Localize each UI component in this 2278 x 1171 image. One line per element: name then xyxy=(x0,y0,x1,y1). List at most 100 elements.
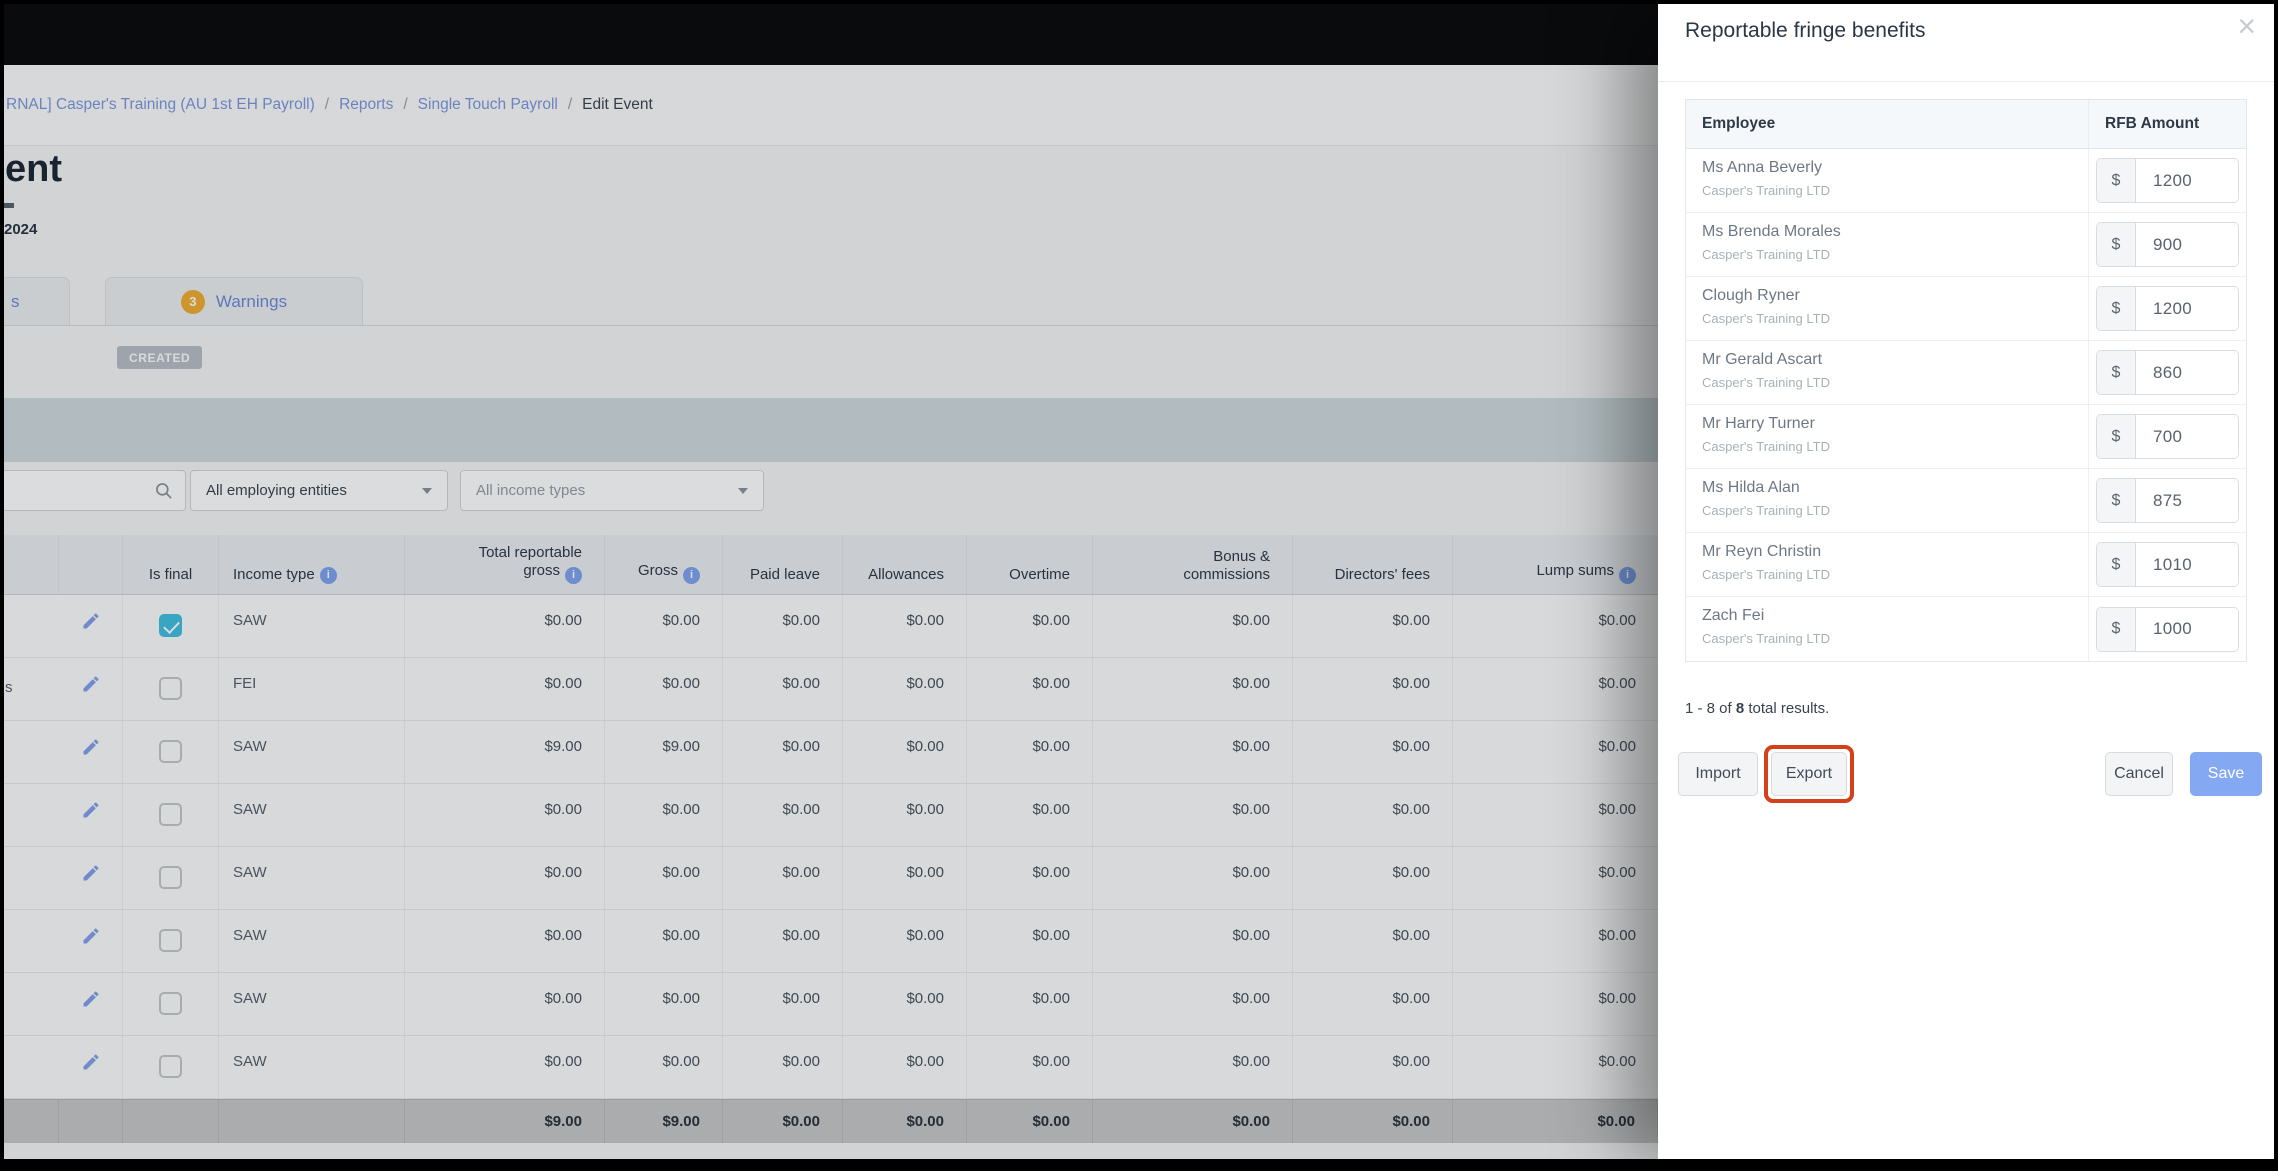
amount-cell: $0.00 xyxy=(1598,612,1636,629)
amount-cell: $0.00 xyxy=(967,1036,1093,1098)
edit-icon xyxy=(83,865,98,881)
info-icon[interactable] xyxy=(319,567,337,584)
amount-cell: $0.00 xyxy=(967,847,1093,909)
rfb-amount-input[interactable] xyxy=(2136,287,2238,330)
save-button[interactable]: Save xyxy=(2190,752,2262,796)
amount-cell: $0.00 xyxy=(605,910,723,972)
search-input[interactable] xyxy=(4,470,186,511)
employee-row: Ms Anna Beverly Casper's Training LTD $ xyxy=(1686,149,2246,213)
employing-entities-dropdown[interactable]: All employing entities xyxy=(190,470,448,511)
export-button[interactable]: Export xyxy=(1771,752,1847,796)
tabs-bar: s 3 Warnings xyxy=(4,277,1658,326)
rfb-amount-input[interactable] xyxy=(2136,543,2238,586)
is-final-checkbox[interactable] xyxy=(159,614,182,637)
app-top-bar xyxy=(4,4,1658,65)
is-final-checkbox[interactable] xyxy=(159,1055,182,1078)
total-amount-cell: $0.00 xyxy=(1093,1100,1293,1143)
section-header-band xyxy=(4,398,1658,462)
is-final-checkbox[interactable] xyxy=(159,803,182,826)
stp-edit-event-page: RNAL] Casper's Training (AU 1st EH Payro… xyxy=(4,4,1658,1159)
employee-company: Casper's Training LTD xyxy=(1702,567,1830,582)
rfb-amount-input-group: $ xyxy=(2096,542,2239,587)
rfb-amount-input[interactable] xyxy=(2136,607,2238,651)
employee-name-fragment xyxy=(4,973,59,1035)
rfb-table-body: Ms Anna BeverlyCasper's Training LTD$Ms … xyxy=(1686,149,2246,661)
employee-cell: Mr Harry Turner Casper's Training LTD xyxy=(1686,405,2088,468)
breadcrumb-reports-link[interactable]: Reports xyxy=(339,96,393,114)
edit-icon xyxy=(83,991,98,1007)
import-button[interactable]: Import xyxy=(1678,752,1758,796)
edit-button[interactable] xyxy=(59,595,123,657)
edit-button[interactable] xyxy=(59,1036,123,1098)
amount-cell: $0.00 xyxy=(843,721,967,783)
edit-button[interactable] xyxy=(59,973,123,1035)
employee-name: Mr Gerald Ascart xyxy=(1702,351,1823,368)
header-is-final: Is final xyxy=(123,535,219,594)
rfb-amount-input-group: $ xyxy=(2096,286,2239,331)
close-icon[interactable]: × xyxy=(2237,8,2256,45)
employee-company: Casper's Training LTD xyxy=(1702,439,1830,454)
is-final-checkbox[interactable] xyxy=(159,866,182,889)
header-bonus-commissions: Bonus & commissions xyxy=(1093,535,1293,594)
employee-company: Casper's Training LTD xyxy=(1702,311,1830,326)
breadcrumb: RNAL] Casper's Training (AU 1st EH Payro… xyxy=(4,65,1658,146)
amount-cell: $0.00 xyxy=(1598,1053,1636,1070)
amount-cell: $0.00 xyxy=(967,910,1093,972)
info-icon[interactable] xyxy=(683,567,700,584)
employee-company: Casper's Training LTD xyxy=(1702,375,1830,390)
is-final-checkbox[interactable] xyxy=(159,929,182,952)
edit-button[interactable] xyxy=(59,910,123,972)
amount-cell: $0.00 xyxy=(405,658,605,720)
header-gross: Gross xyxy=(605,535,723,594)
is-final-checkbox[interactable] xyxy=(159,992,182,1015)
amount-cell: $0.00 xyxy=(405,973,605,1035)
rfb-amount-input[interactable] xyxy=(2136,415,2238,458)
total-amount-cell: $0.00 xyxy=(843,1100,967,1143)
payment-row: SAW $0.00 $0.00 $0.00 $0.00 $0.00 $0.00 $0.00 $0… xyxy=(4,910,1658,973)
tab-warnings[interactable]: 3 Warnings xyxy=(105,277,363,325)
header-income-type: Income type xyxy=(219,535,405,594)
pay-period-fragment: 2024 xyxy=(4,221,38,238)
edit-icon xyxy=(83,1054,98,1070)
rfb-amount-input[interactable] xyxy=(2136,351,2238,394)
edit-button[interactable] xyxy=(59,784,123,846)
employee-company: Casper's Training LTD xyxy=(1702,247,1830,262)
amount-cell: $9.00 xyxy=(605,721,723,783)
income-types-dropdown[interactable]: All income types xyxy=(460,470,764,511)
status-badge: CREATED xyxy=(117,346,203,369)
employee-row: Ms Hilda Alan Casper's Training LTD $ xyxy=(1686,469,2246,533)
rfb-amount-input[interactable] xyxy=(2136,479,2238,522)
rfb-amount-cell: $ xyxy=(2088,341,2246,404)
edit-button[interactable] xyxy=(59,847,123,909)
employee-name: Ms Anna Beverly xyxy=(1702,159,1823,176)
payments-table: Is final Income type Total reportable gr… xyxy=(4,535,1658,1143)
breadcrumb-business-link[interactable]: RNAL] Casper's Training (AU 1st EH Payro… xyxy=(6,96,315,114)
employee-name-fragment xyxy=(4,784,59,846)
rfb-table-header: Employee RFB Amount xyxy=(1686,100,2246,149)
header-employee-fragment xyxy=(4,535,59,594)
edit-button[interactable] xyxy=(59,721,123,783)
rfb-amount-input[interactable] xyxy=(2136,223,2238,266)
amount-cell: $0.00 xyxy=(843,1036,967,1098)
edit-button[interactable] xyxy=(59,658,123,720)
employee-name: Mr Reyn Christin xyxy=(1702,543,1822,560)
breadcrumb-stp-link[interactable]: Single Touch Payroll xyxy=(418,96,558,114)
is-final-checkbox[interactable] xyxy=(159,740,182,763)
amount-cell: $0.00 xyxy=(1093,658,1293,720)
amount-cell: $0.00 xyxy=(405,595,605,657)
rfb-amount-input[interactable] xyxy=(2136,159,2238,202)
totals-empty-cell xyxy=(59,1100,123,1143)
amount-cell: $0.00 xyxy=(1598,864,1636,881)
amount-cell: $0.00 xyxy=(723,1036,843,1098)
tab-partial[interactable]: s xyxy=(4,277,70,325)
income-type-cell: SAW xyxy=(219,721,405,783)
total-amount-cell: $9.00 xyxy=(605,1100,723,1143)
info-icon[interactable] xyxy=(1619,567,1636,584)
is-final-checkbox[interactable] xyxy=(159,677,182,700)
info-icon[interactable] xyxy=(565,567,582,584)
amount-cell: $0.00 xyxy=(405,910,605,972)
header-directors-fees: Directors' fees xyxy=(1293,535,1453,594)
tab-warnings-label: Warnings xyxy=(215,291,288,311)
export-highlight-ring: Export xyxy=(1764,745,1854,803)
cancel-button[interactable]: Cancel xyxy=(2105,752,2173,796)
